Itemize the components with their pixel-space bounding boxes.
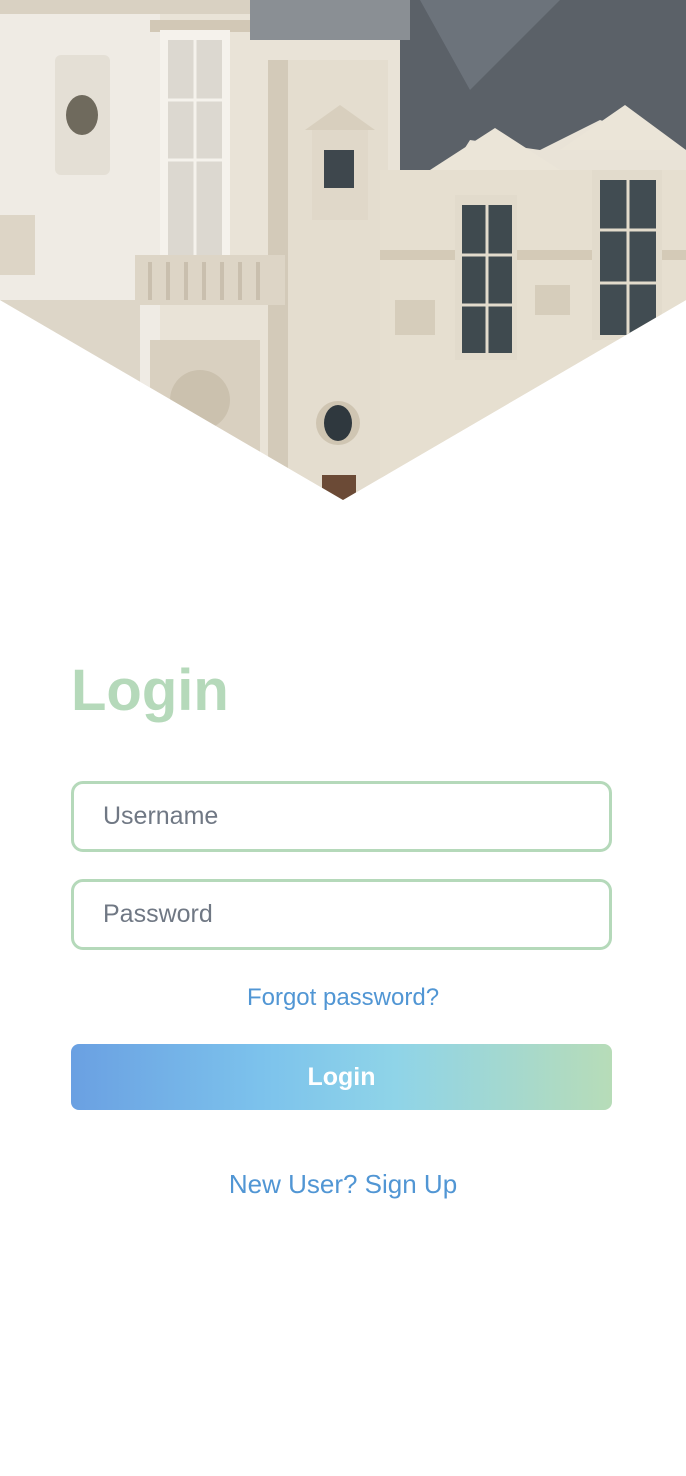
login-button[interactable]: Login bbox=[71, 1044, 612, 1110]
forgot-password-link[interactable]: Forgot password? bbox=[0, 982, 686, 1014]
page-title: Login bbox=[71, 658, 229, 723]
login-screen: Login Forgot password? Login New User? S… bbox=[0, 0, 686, 1476]
password-input[interactable] bbox=[71, 879, 612, 950]
hero-image bbox=[0, 0, 686, 500]
signup-link[interactable]: New User? Sign Up bbox=[0, 1167, 686, 1201]
building-facade-illustration bbox=[0, 0, 686, 500]
username-input[interactable] bbox=[71, 781, 612, 852]
